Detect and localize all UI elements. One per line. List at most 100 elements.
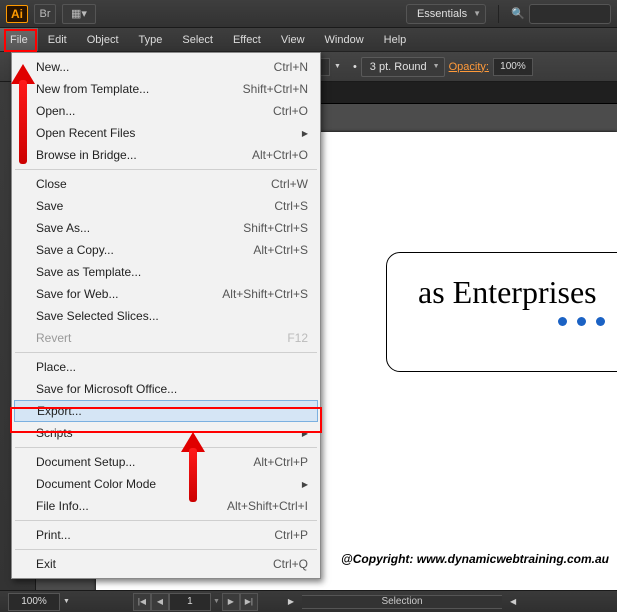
search-area: 🔍: [511, 4, 611, 24]
menu-item-shortcut: Alt+Shift+Ctrl+I: [227, 499, 308, 513]
menu-item-label: Revert: [36, 331, 71, 345]
menu-item-document-setup[interactable]: Document Setup... Alt+Ctrl+P: [14, 451, 318, 473]
menu-item-new-from-template[interactable]: New from Template... Shift+Ctrl+N: [14, 78, 318, 100]
chevron-down-icon: ▼: [473, 9, 481, 18]
menu-item-document-color-mode[interactable]: Document Color Mode: [14, 473, 318, 495]
menu-item-shortcut: Shift+Ctrl+N: [243, 82, 308, 96]
stroke-preset-dropdown[interactable]: 3 pt. Round ▼: [361, 57, 445, 77]
menu-item-save-for-web[interactable]: Save for Web... Alt+Shift+Ctrl+S: [14, 283, 318, 305]
menu-item-label: Save Selected Slices...: [36, 309, 159, 323]
menu-item-shortcut: Shift+Ctrl+S: [243, 221, 308, 235]
status-selection-label: Selection: [302, 595, 502, 609]
menu-item-open[interactable]: Open... Ctrl+O: [14, 100, 318, 122]
menu-item-label: Save for Web...: [36, 287, 118, 301]
menu-item-label: Save for Microsoft Office...: [36, 382, 177, 396]
menu-item-label: Exit: [36, 557, 56, 571]
menu-item-label: File Info...: [36, 499, 89, 513]
stroke-preset-label: 3 pt. Round: [370, 61, 427, 73]
menu-item-close[interactable]: Close Ctrl+W: [14, 173, 318, 195]
menu-select[interactable]: Select: [172, 28, 223, 51]
menu-separator: [15, 447, 317, 448]
next-page-button[interactable]: ▶: [222, 593, 240, 611]
chevron-down-icon: ▼: [433, 63, 440, 70]
menu-item-open-recent-files[interactable]: Open Recent Files: [14, 122, 318, 144]
last-page-button[interactable]: ▶|: [240, 593, 258, 611]
search-icon[interactable]: 🔍: [511, 7, 525, 20]
menu-file[interactable]: File: [0, 28, 38, 51]
workspace-switcher[interactable]: Essentials ▼: [406, 4, 486, 24]
menu-item-label: New from Template...: [36, 82, 149, 96]
menu-item-shortcut: Alt+Ctrl+O: [252, 148, 308, 162]
workspace-label: Essentials: [417, 8, 467, 20]
menu-item-label: Save a Copy...: [36, 243, 114, 257]
menu-item-shortcut: Ctrl+O: [273, 104, 308, 118]
ai-logo-icon: Ai: [6, 5, 28, 23]
menu-item-save-a-copy[interactable]: Save a Copy... Alt+Ctrl+S: [14, 239, 318, 261]
menu-item-label: Save As...: [36, 221, 90, 235]
menu-item-shortcut: Ctrl+W: [271, 177, 308, 191]
menu-item-shortcut: Ctrl+N: [274, 60, 308, 74]
menu-help[interactable]: Help: [374, 28, 417, 51]
menu-edit[interactable]: Edit: [38, 28, 77, 51]
menu-item-label: Export...: [37, 404, 82, 418]
menu-item-browse-in-bridge[interactable]: Browse in Bridge... Alt+Ctrl+O: [14, 144, 318, 166]
menu-item-save-selected-slices[interactable]: Save Selected Slices...: [14, 305, 318, 327]
menu-item-label: Open Recent Files: [36, 126, 135, 140]
menu-item-label: Document Setup...: [36, 455, 135, 469]
menu-separator: [15, 169, 317, 170]
opacity-label[interactable]: Opacity:: [449, 61, 489, 73]
menu-item-label: Document Color Mode: [36, 477, 156, 491]
divider: [498, 5, 499, 23]
menu-effect[interactable]: Effect: [223, 28, 271, 51]
menu-item-shortcut: Alt+Ctrl+S: [253, 243, 308, 257]
menu-item-label: Scripts: [36, 426, 73, 440]
opacity-field[interactable]: 100%: [493, 58, 533, 76]
logo-text: as Enterprises: [418, 274, 597, 311]
menu-item-shortcut: F12: [287, 331, 308, 345]
status-bar: 100% ▼ |◀ ◀ 1 ▼ ▶ ▶| ▶ Selection ◀: [0, 590, 617, 612]
menu-separator: [15, 549, 317, 550]
menu-item-label: Close: [36, 177, 67, 191]
menu-item-label: Browse in Bridge...: [36, 148, 137, 162]
file-menu-dropdown: New... Ctrl+N New from Template... Shift+Ct…: [11, 52, 321, 579]
menu-item-label: Save: [36, 199, 63, 213]
menu-view[interactable]: View: [271, 28, 315, 51]
prev-page-button[interactable]: ◀: [151, 593, 169, 611]
menu-item-shortcut: Alt+Ctrl+P: [253, 455, 308, 469]
menu-item-label: Open...: [36, 104, 75, 118]
menu-item-shortcut: Ctrl+P: [274, 528, 308, 542]
menu-item-shortcut: Ctrl+Q: [273, 557, 308, 571]
menu-window[interactable]: Window: [315, 28, 374, 51]
menu-item-file-info[interactable]: File Info... Alt+Shift+Ctrl+I: [14, 495, 318, 517]
menubar: File Edit Object Type Select Effect View…: [0, 28, 617, 52]
first-page-button[interactable]: |◀: [133, 593, 151, 611]
menu-item-export[interactable]: Export...: [14, 400, 318, 422]
search-input[interactable]: [529, 4, 611, 24]
menu-item-save[interactable]: SaveCtrl+S: [14, 195, 318, 217]
menu-type[interactable]: Type: [129, 28, 173, 51]
app-titlebar: Ai Br ▦▾ Essentials ▼ 🔍: [0, 0, 617, 28]
menu-item-label: New...: [36, 60, 69, 74]
logo-frame: [386, 252, 617, 372]
menu-separator: [15, 520, 317, 521]
zoom-field[interactable]: 100%: [8, 593, 60, 611]
artboard-navigator: |◀ ◀ 1 ▼ ▶ ▶|: [133, 591, 258, 612]
menu-item-place[interactable]: Place...: [14, 356, 318, 378]
page-field[interactable]: 1: [169, 593, 211, 611]
menu-item-new[interactable]: New... Ctrl+N: [14, 56, 318, 78]
menu-item-save-for-microsoft-office[interactable]: Save for Microsoft Office...: [14, 378, 318, 400]
menu-item-label: Place...: [36, 360, 76, 374]
zoom-control[interactable]: 100% ▼: [8, 593, 73, 611]
menu-item-exit[interactable]: Exit Ctrl+Q: [14, 553, 318, 575]
menu-item-shortcut: Alt+Shift+Ctrl+S: [222, 287, 308, 301]
menu-object[interactable]: Object: [77, 28, 129, 51]
menu-item-revert: Revert F12: [14, 327, 318, 349]
logo-dots: [558, 317, 605, 326]
menu-item-save-as[interactable]: Save As... Shift+Ctrl+S: [14, 217, 318, 239]
arrange-documents-icon[interactable]: ▦▾: [62, 4, 96, 24]
menu-item-save-as-template[interactable]: Save as Template...: [14, 261, 318, 283]
copyright-text: @Copyright: www.dynamicwebtraining.com.a…: [341, 552, 609, 566]
bridge-icon[interactable]: Br: [34, 4, 56, 24]
menu-item-scripts[interactable]: Scripts: [14, 422, 318, 444]
menu-item-print[interactable]: Print...Ctrl+P: [14, 524, 318, 546]
